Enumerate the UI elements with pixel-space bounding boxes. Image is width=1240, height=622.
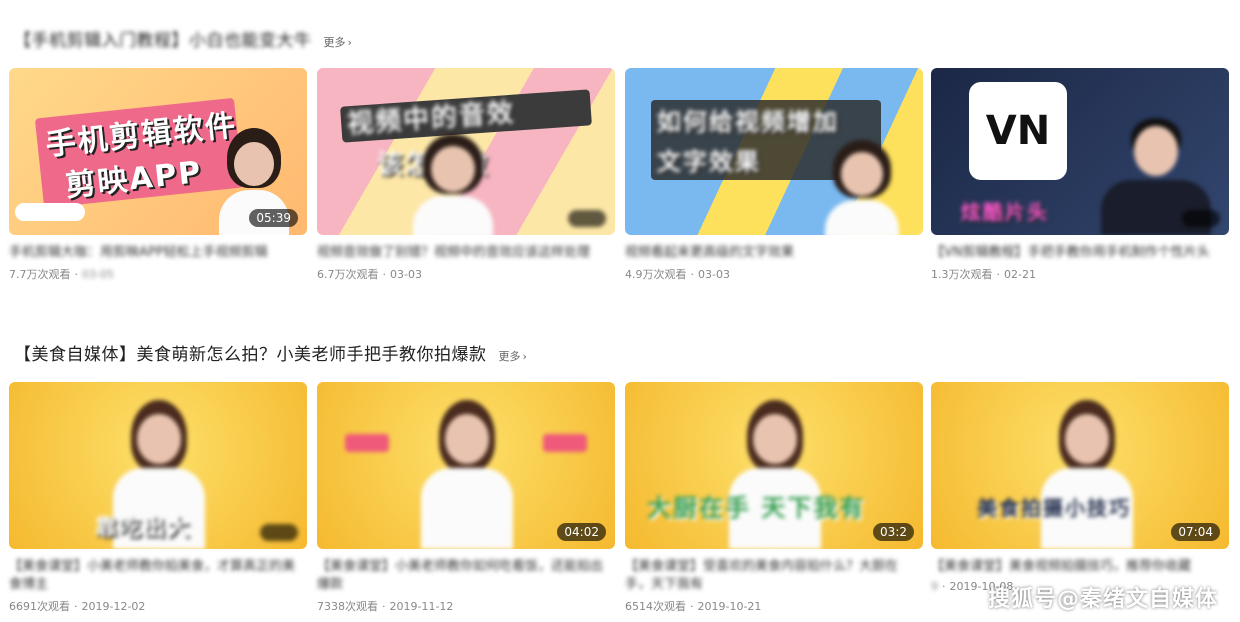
duration-badge: 07:04: [1171, 523, 1220, 541]
video-title[interactable]: 【VN剪辑教程】手把手教你用手机制作个性片头: [931, 244, 1221, 262]
section-title: 【美食自媒体】美食萌新怎么拍？小美老师手把手教你拍爆款: [14, 345, 487, 365]
video-thumbnail[interactable]: 如何给视频增加 文字效果: [625, 68, 923, 235]
video-thumbnail[interactable]: 靠吃出大: [9, 382, 307, 549]
presenter-image: [1041, 400, 1133, 549]
duration-badge: [568, 210, 606, 227]
video-title[interactable]: 【美食课堂】小美老师教你如何吃看饭，还能拍出爆款: [317, 558, 607, 594]
video-thumbnail[interactable]: 手机剪辑软件 剪映APP 05:39: [9, 68, 307, 235]
upload-date: 2019-10-21: [697, 600, 762, 613]
presenter-image: [729, 400, 821, 549]
video-title[interactable]: 【美食课堂】小美老师教你拍美食，才算真正的美食博主: [9, 558, 299, 594]
video-card[interactable]: 大厨在手 天下我有 03:2 【美食课堂】受喜欢的美食内容拍什么？大厨在手，天下…: [625, 382, 923, 614]
video-meta: 6514次观看 · 2019-10-21: [625, 600, 762, 613]
video-title[interactable]: 视频音效做了别错？视频中的音效应该这样处理: [317, 244, 607, 262]
video-meta: 6.7万次观看 · 03-03: [317, 268, 422, 281]
section-header: 【手机剪辑入门教程】小白也能变大牛 更多 ›: [14, 26, 352, 51]
chevron-right-icon: ›: [522, 350, 527, 363]
section-title: 【手机剪辑入门教程】小白也能变大牛: [14, 31, 312, 51]
video-title[interactable]: 视频看起来更高级的文字效果: [625, 244, 915, 262]
presenter-image: [825, 140, 899, 235]
upload-date: 2019-12-02: [81, 600, 146, 613]
watermark: 搜狐号@秦绪文自媒体: [987, 587, 1218, 612]
vn-logo: VN: [969, 82, 1067, 180]
upload-date: 2019-11-12: [389, 600, 454, 613]
view-count: 7.7万次观看: [9, 268, 71, 281]
duration-badge: [1182, 210, 1220, 227]
video-card[interactable]: 美食拍摄小技巧 07:04 【美食课堂】美食视频拍摄技巧，推荐你收藏 9 · 201…: [931, 382, 1229, 593]
video-card[interactable]: 如何给视频增加 文字效果 视频看起来更高级的文字效果 4.9万次观看 · 03-03: [625, 68, 923, 282]
video-thumbnail[interactable]: 04:02: [317, 382, 615, 549]
duration-badge: [260, 524, 298, 541]
presenter-image: [421, 400, 513, 549]
more-link[interactable]: 更多 ›: [499, 348, 527, 364]
section-header: 【美食自媒体】美食萌新怎么拍？小美老师手把手教你拍爆款 更多 ›: [14, 340, 527, 365]
more-link[interactable]: 更多 ›: [324, 34, 352, 50]
video-meta: 6691次观看 · 2019-12-02: [9, 600, 146, 613]
logo-badge: [15, 203, 85, 221]
view-count: 4.9万次观看: [625, 268, 687, 281]
upload-date: 02-21: [1004, 268, 1036, 281]
view-count: 1.3万次观看: [931, 268, 993, 281]
video-title[interactable]: 【美食课堂】美食视频拍摄技巧，推荐你收藏: [931, 558, 1221, 576]
video-card[interactable]: VN 炫酷片头 【VN剪辑教程】手把手教你用手机制作个性片头 1.3万次观看 · 0…: [931, 68, 1229, 282]
video-title[interactable]: 【美食课堂】受喜欢的美食内容拍什么？大厨在手，天下我有: [625, 558, 915, 594]
video-title[interactable]: 手机剪辑大咖：用剪映APP轻松上手视频剪辑: [9, 244, 299, 262]
duration-badge: 04:02: [557, 523, 606, 541]
video-card[interactable]: 04:02 【美食课堂】小美老师教你如何吃看饭，还能拍出爆款 7338次观看 · 2…: [317, 382, 615, 614]
video-meta: 1.3万次观看 · 02-21: [931, 268, 1036, 281]
view-count: 6.7万次观看: [317, 268, 379, 281]
upload-date: 03-05: [82, 268, 114, 281]
duration-badge: 03:2: [873, 523, 914, 541]
video-card[interactable]: 靠吃出大 【美食课堂】小美老师教你拍美食，才算真正的美食博主 6691次观看 · 2…: [9, 382, 307, 614]
video-thumbnail[interactable]: 大厨在手 天下我有 03:2: [625, 382, 923, 549]
chevron-right-icon: ›: [347, 36, 352, 49]
upload-date: 03-03: [390, 268, 422, 281]
video-meta: 7.7万次观看 · 03-05: [9, 268, 114, 281]
upload-date: 03-03: [698, 268, 730, 281]
view-count: 6514次观看: [625, 600, 686, 613]
view-count: 7338次观看: [317, 600, 378, 613]
video-thumbnail[interactable]: VN 炫酷片头: [931, 68, 1229, 235]
duration-badge: 05:39: [249, 209, 298, 227]
view-count: 6691次观看: [9, 600, 70, 613]
video-card[interactable]: 手机剪辑软件 剪映APP 05:39 手机剪辑大咖：用剪映APP轻松上手视频剪辑…: [9, 68, 307, 282]
video-thumbnail[interactable]: 美食拍摄小技巧 07:04: [931, 382, 1229, 549]
video-thumbnail[interactable]: 视频中的音效 该怎么做: [317, 68, 615, 235]
presenter-image: [413, 134, 493, 235]
video-card[interactable]: 视频中的音效 该怎么做 视频音效做了别错？视频中的音效应该这样处理 6.7万次观…: [317, 68, 615, 282]
video-meta: 4.9万次观看 · 03-03: [625, 268, 730, 281]
view-count: 9: [931, 580, 938, 593]
video-meta: 7338次观看 · 2019-11-12: [317, 600, 454, 613]
